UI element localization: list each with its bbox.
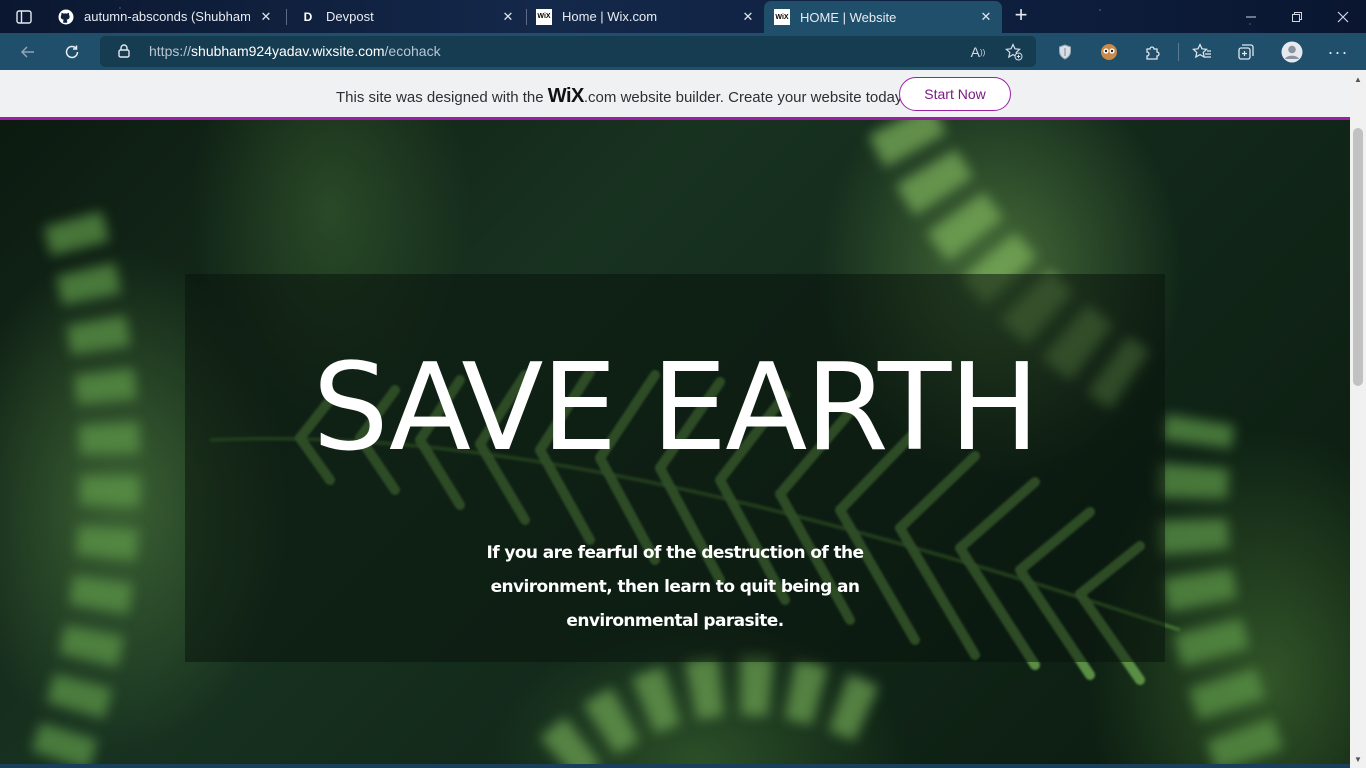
banner-text-after: website builder. Create your website tod…	[616, 89, 906, 106]
bottom-edge	[0, 764, 1350, 768]
close-window-icon	[1337, 11, 1349, 22]
url-path: /ecohack	[384, 43, 441, 59]
back-button[interactable]	[13, 37, 43, 67]
url-text[interactable]: https://shubham924yadav.wixsite.com/ecoh…	[149, 43, 441, 59]
url-scheme: https://	[149, 43, 192, 59]
close-tab-icon[interactable]: ✕	[500, 9, 516, 25]
refresh-button[interactable]	[57, 37, 87, 67]
address-bar[interactable]: https://shubham924yadav.wixsite.com/ecoh…	[100, 36, 1036, 67]
profile-avatar-icon[interactable]	[1281, 41, 1303, 63]
tab-title: autumn-absconds (Shubham Ya	[84, 9, 250, 24]
wix-icon: WiX	[536, 8, 552, 25]
wix-banner-message: This site was designed with the WiX.com …	[336, 85, 905, 108]
extensions-puzzle-icon[interactable]	[1142, 41, 1164, 63]
collections-icon[interactable]	[1235, 41, 1257, 63]
add-favorite-icon[interactable]	[1005, 43, 1023, 61]
scrollbar-thumb[interactable]	[1353, 128, 1363, 386]
navigation-bar: https://shubham924yadav.wixsite.com/ecoh…	[0, 33, 1366, 70]
hero-overlay-card: SAVE EARTH If you are fearful of the des…	[185, 274, 1165, 662]
restore-button[interactable]	[1274, 0, 1320, 33]
close-tab-icon[interactable]: ✕	[978, 9, 994, 25]
tab-strip: autumn-absconds (Shubham Ya ✕ D Devpost …	[0, 0, 1366, 33]
page-scrollbar[interactable]: ▲ ▼	[1350, 70, 1366, 768]
tab-github[interactable]: autumn-absconds (Shubham Ya ✕	[48, 0, 282, 33]
close-tab-icon[interactable]: ✕	[258, 9, 274, 25]
back-arrow-icon	[20, 46, 34, 58]
settings-more-icon[interactable]: ···	[1327, 41, 1349, 63]
hero-title: SAVE EARTH	[312, 339, 1040, 478]
close-window-button[interactable]	[1320, 0, 1366, 33]
url-host: shubham924yadav.wixsite.com	[191, 43, 385, 59]
tab-title: Devpost	[326, 9, 374, 24]
shield-extension-icon[interactable]	[1054, 41, 1076, 63]
hero-section: SAVE EARTH If you are fearful of the des…	[0, 120, 1350, 768]
lock-icon[interactable]	[118, 44, 130, 63]
scroll-up-arrow-icon[interactable]: ▲	[1350, 72, 1366, 86]
owl-extension-icon[interactable]	[1098, 41, 1120, 63]
read-aloud-icon[interactable]: A))	[969, 43, 987, 61]
start-now-button[interactable]: Start Now	[899, 77, 1011, 111]
hero-subtitle: If you are fearful of the destruction of…	[486, 543, 865, 631]
tab-actions-button[interactable]	[10, 6, 38, 28]
new-tab-button[interactable]: +	[1010, 4, 1032, 27]
scroll-down-arrow-icon[interactable]: ▼	[1350, 752, 1366, 766]
wix-ad-banner: This site was designed with the WiX.com …	[0, 70, 1366, 120]
tab-title: HOME | Website	[800, 9, 897, 25]
tab-devpost[interactable]: D Devpost ✕	[290, 0, 524, 33]
wix-icon: WiX	[774, 9, 790, 25]
tab-title: Home | Wix.com	[562, 9, 658, 24]
github-icon	[58, 9, 74, 25]
tab-wix-home[interactable]: WiX Home | Wix.com ✕	[526, 0, 764, 33]
tab-divider	[286, 9, 287, 25]
wix-logo: WiX	[547, 85, 585, 107]
tab-home-website-active[interactable]: WiX HOME | Website ✕	[764, 1, 1002, 33]
banner-text-before: This site was designed with the	[336, 89, 548, 106]
tab-actions-icon	[16, 10, 32, 24]
refresh-icon	[65, 45, 79, 59]
minimize-icon	[1246, 16, 1256, 17]
close-tab-icon[interactable]: ✕	[740, 9, 756, 25]
favorites-icon[interactable]	[1191, 41, 1213, 63]
wix-logo-suffix: .com	[583, 89, 617, 106]
restore-icon	[1292, 11, 1302, 22]
toolbar-divider	[1178, 43, 1179, 61]
minimize-button[interactable]	[1228, 0, 1274, 33]
devpost-icon: D	[303, 9, 313, 24]
